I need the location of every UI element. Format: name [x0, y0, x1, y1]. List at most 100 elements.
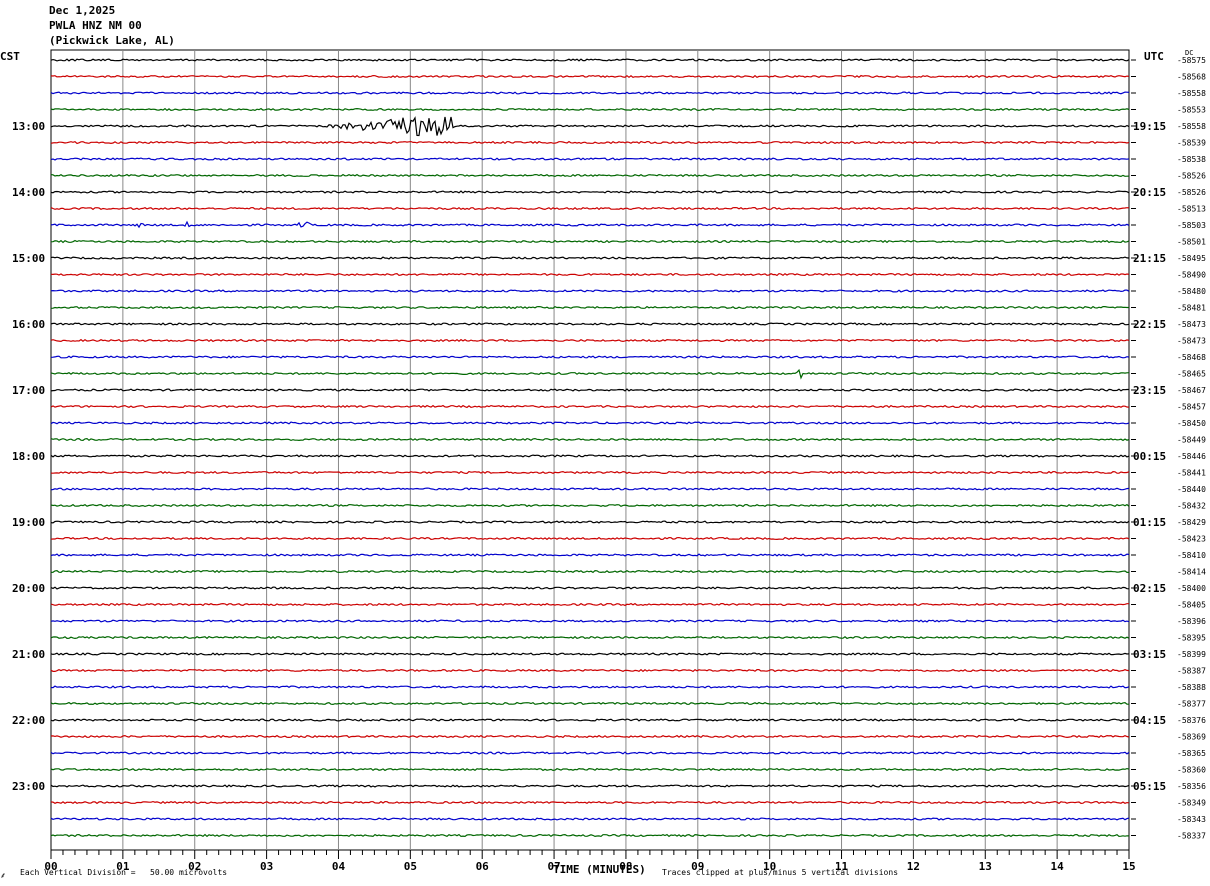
dc-offset-label: -58356 — [1177, 782, 1206, 791]
dc-offset-label: -58360 — [1177, 766, 1206, 775]
trace-row — [50, 454, 1130, 458]
trace-row — [50, 536, 1130, 541]
x-tick-label: 03 — [260, 860, 273, 873]
dc-offset-label: -58450 — [1177, 419, 1206, 428]
dc-offset-label: -58399 — [1177, 650, 1206, 659]
right-hour-label: 21:15 — [1133, 252, 1166, 265]
trace-row — [50, 322, 1130, 326]
trace-row — [50, 784, 1130, 788]
dc-offset-label: -58553 — [1177, 106, 1206, 115]
left-hour-label: 15:00 — [12, 252, 45, 265]
trace-row — [50, 355, 1130, 359]
right-hour-label: 22:15 — [1133, 318, 1166, 331]
dc-offset-label: -58377 — [1177, 700, 1206, 709]
trace-row — [50, 58, 1130, 62]
right-hour-label: 02:15 — [1133, 582, 1166, 595]
trace-row — [50, 437, 1130, 442]
dc-offset-label: -58440 — [1177, 485, 1206, 494]
right-hour-label: 03:15 — [1133, 648, 1166, 661]
dc-offset-label: -58575 — [1177, 56, 1206, 65]
trace-row — [50, 470, 1130, 475]
dc-offset-label: -58423 — [1177, 535, 1206, 544]
dc-offset-label: -58481 — [1177, 304, 1206, 313]
trace-row — [50, 751, 1130, 755]
left-hour-label: 14:00 — [12, 186, 45, 199]
right-hour-label: 04:15 — [1133, 714, 1166, 727]
x-tick-label: 05 — [404, 860, 417, 873]
x-tick-label: 06 — [476, 860, 490, 873]
x-axis-label: TIME (MINUTES) — [553, 863, 646, 876]
dc-offset-label: -58526 — [1177, 188, 1206, 197]
trace-row — [50, 635, 1130, 640]
dc-offset-label: -58396 — [1177, 617, 1206, 626]
trace-row — [50, 718, 1130, 722]
left-hour-label: 19:00 — [12, 516, 45, 529]
trace-row — [50, 602, 1129, 607]
left-hour-label: 23:00 — [12, 780, 45, 793]
trace-row — [50, 190, 1130, 194]
left-hour-label: 13:00 — [12, 120, 45, 133]
x-tick-label: 13 — [979, 860, 992, 873]
dc-offset-label: -58337 — [1177, 832, 1206, 841]
helicorder-plot: 00 01 02 03 04 05 06 07 08 09 10 11 12 13 14 15-58575-5… — [12, 49, 1206, 873]
trace-row — [50, 116, 1130, 137]
x-tick-label: 04 — [332, 860, 346, 873]
dc-offset-label: -58395 — [1177, 634, 1206, 643]
dc-offset-label: -58365 — [1177, 749, 1206, 758]
dc-offset-label: -58473 — [1177, 337, 1206, 346]
dc-offset-label: -58388 — [1177, 683, 1206, 692]
left-hour-label: 17:00 — [12, 384, 45, 397]
scale-note: Each Vertical Division = 50.00 microvolt… — [20, 868, 228, 877]
right-hour-label: 19:15 — [1133, 120, 1166, 133]
trace-row — [50, 157, 1130, 161]
trace-row — [50, 289, 1130, 293]
dc-offset-label: -58400 — [1177, 584, 1206, 593]
dc-offset-label: -58387 — [1177, 667, 1206, 676]
left-hour-label: 20:00 — [12, 582, 45, 595]
dc-offset-label: -58467 — [1177, 386, 1206, 395]
dc-offset-label: -58558 — [1177, 122, 1206, 131]
dc-offset-label: -58539 — [1177, 139, 1206, 148]
trace-row — [50, 487, 1130, 491]
trace-row — [50, 421, 1130, 425]
trace-row — [50, 140, 1130, 145]
plot-frame — [50, 49, 1130, 851]
trace-row — [50, 220, 1130, 229]
left-hour-label: 18:00 — [12, 450, 45, 463]
trace-row — [50, 817, 1130, 821]
trace-row — [50, 586, 1130, 590]
dc-offset-label: -58568 — [1177, 73, 1206, 82]
trace-row — [50, 668, 1130, 673]
dc-offset-label: -58449 — [1177, 436, 1206, 445]
trace-row — [50, 553, 1130, 557]
right-hour-label: 23:15 — [1133, 384, 1166, 397]
left-hour-label: 16:00 — [12, 318, 45, 331]
right-hour-label: 20:15 — [1133, 186, 1166, 199]
clip-note: Traces clipped at plus/minus 5 vertical … — [662, 868, 899, 877]
trace-row — [50, 239, 1130, 244]
dc-offset-label: -58558 — [1177, 89, 1206, 98]
dc-offset-label: -58538 — [1177, 155, 1206, 164]
left-hour-label: 21:00 — [12, 648, 45, 661]
dc-offset-label: -58503 — [1177, 221, 1206, 230]
x-tick-label: 14 — [1051, 860, 1065, 873]
dc-offset-label: -58480 — [1177, 287, 1206, 296]
trace-row — [50, 569, 1129, 574]
dc-offset-label: -58414 — [1177, 568, 1206, 577]
trace-row — [50, 800, 1130, 805]
right-hour-label: 01:15 — [1133, 516, 1166, 529]
right-hour-label: 00:15 — [1133, 450, 1166, 463]
dc-offset-label: -58405 — [1177, 601, 1206, 610]
trace-row — [50, 404, 1130, 409]
trace-row — [50, 652, 1130, 656]
dc-offset-label: -58349 — [1177, 799, 1206, 808]
left-hour-label: 22:00 — [12, 714, 45, 727]
trace-row — [50, 272, 1130, 277]
trace-row — [50, 91, 1130, 95]
trace-row — [50, 685, 1130, 689]
trace-row — [50, 256, 1130, 260]
dc-offset-label: -58432 — [1177, 502, 1206, 511]
dc-offset-label: -58526 — [1177, 172, 1206, 181]
trace-row — [50, 173, 1130, 178]
trace-row — [50, 74, 1130, 79]
